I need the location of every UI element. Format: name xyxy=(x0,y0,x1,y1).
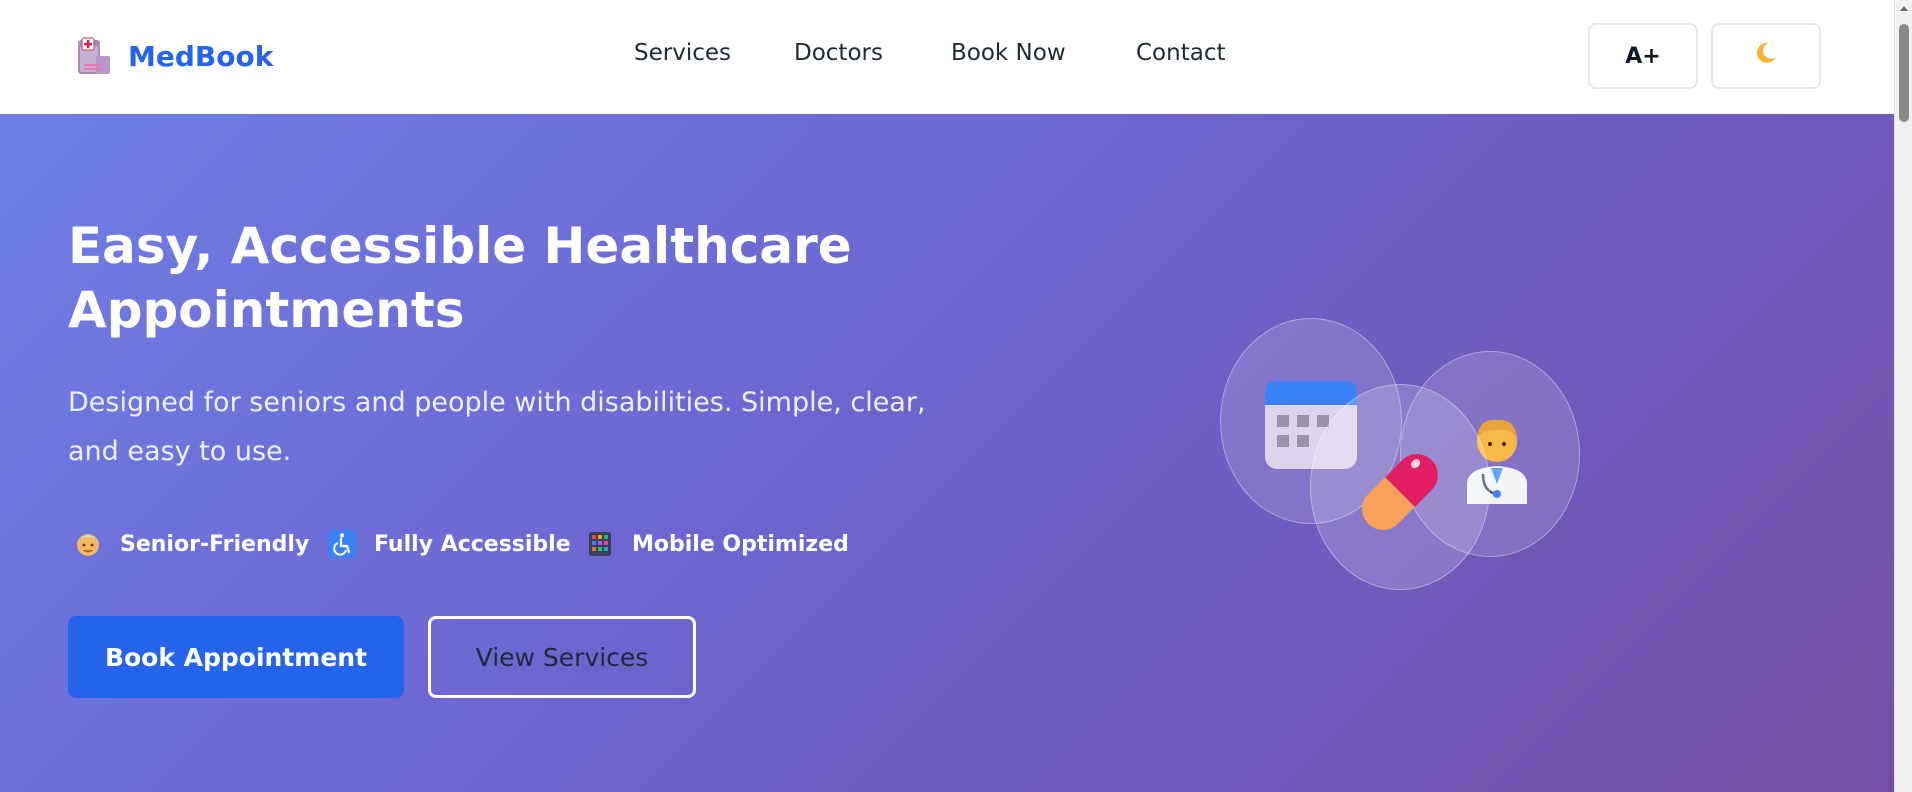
feature-label: Mobile Optimized xyxy=(632,531,849,557)
wheelchair-icon xyxy=(326,528,358,560)
nav-link-book-now[interactable]: Book Now xyxy=(951,40,1066,66)
feature-label: Fully Accessible xyxy=(374,531,571,557)
nav-link-contact[interactable]: Contact xyxy=(1136,40,1225,66)
nav-link-doctors[interactable]: Doctors xyxy=(794,40,883,66)
pill-icon xyxy=(1345,437,1455,551)
feature-fully-accessible: Fully Accessible xyxy=(326,524,571,564)
hospital-icon xyxy=(76,36,112,76)
hero-subtitle: Designed for seniors and people with dis… xyxy=(68,387,926,467)
feature-mobile-optimized: Mobile Optimized xyxy=(584,524,849,564)
pill-bubble xyxy=(1310,384,1490,590)
feature-senior-friendly: Senior-Friendly xyxy=(72,524,309,564)
book-appointment-button[interactable]: Book Appointment xyxy=(68,616,404,698)
brand-logo[interactable]: MedBook xyxy=(76,36,273,76)
hero-section: Easy, Accessible Healthcare Appointments… xyxy=(0,114,1894,792)
page-scrollbar[interactable] xyxy=(1894,0,1912,792)
feature-label: Senior-Friendly xyxy=(120,531,310,557)
brand-name: MedBook xyxy=(128,39,274,73)
scroll-up-arrow-icon[interactable] xyxy=(1900,6,1908,11)
mobile-phone-icon xyxy=(584,528,616,560)
font-size-increase-button[interactable]: A+ xyxy=(1588,23,1698,89)
older-woman-icon xyxy=(72,528,104,560)
nav-link-services[interactable]: Services xyxy=(634,40,731,66)
theme-toggle-button[interactable] xyxy=(1711,23,1821,89)
site-header: MedBook Services Doctors Book Now Contac… xyxy=(0,0,1894,114)
hero-title: Easy, Accessible Healthcare Appointments xyxy=(68,217,852,339)
crescent-moon-icon xyxy=(1753,40,1779,72)
scrollbar-thumb[interactable] xyxy=(1899,24,1909,122)
view-services-button[interactable]: View Services xyxy=(428,616,696,698)
